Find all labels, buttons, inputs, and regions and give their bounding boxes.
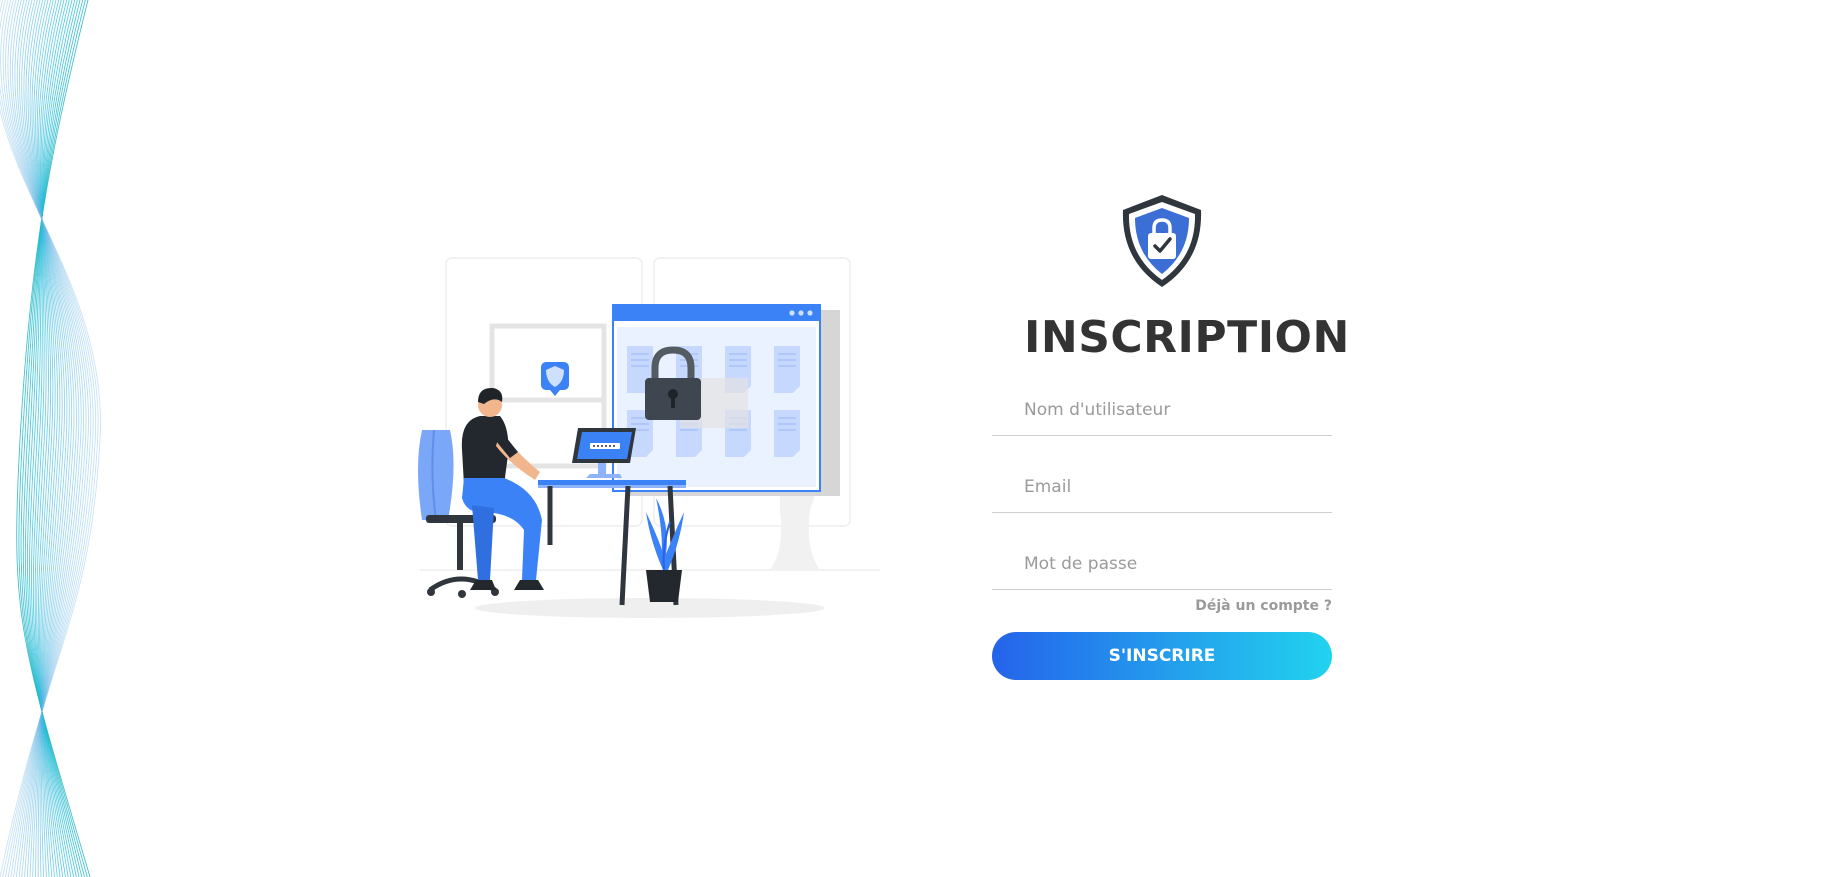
signup-page: INSCRIPTION Déjà un compte ? S'INSCRIRE — [0, 0, 1848, 877]
signup-button[interactable]: S'INSCRIRE — [992, 632, 1332, 680]
wave-lines-decoration — [0, 0, 101, 877]
email-input[interactable] — [992, 464, 1324, 510]
already-have-account-link[interactable]: Déjà un compte ? — [1195, 598, 1332, 614]
password-field-wrapper — [992, 541, 1332, 590]
username-field-wrapper — [992, 387, 1332, 436]
shield-lock-check-icon — [1122, 195, 1202, 287]
signup-form: INSCRIPTION Déjà un compte ? S'INSCRIRE — [992, 188, 1350, 688]
username-input[interactable] — [992, 387, 1324, 433]
password-input[interactable] — [992, 541, 1324, 587]
email-field-wrapper — [992, 464, 1332, 513]
person-at-desk-security-illustration — [418, 257, 880, 618]
page-title: INSCRIPTION — [1024, 312, 1350, 363]
